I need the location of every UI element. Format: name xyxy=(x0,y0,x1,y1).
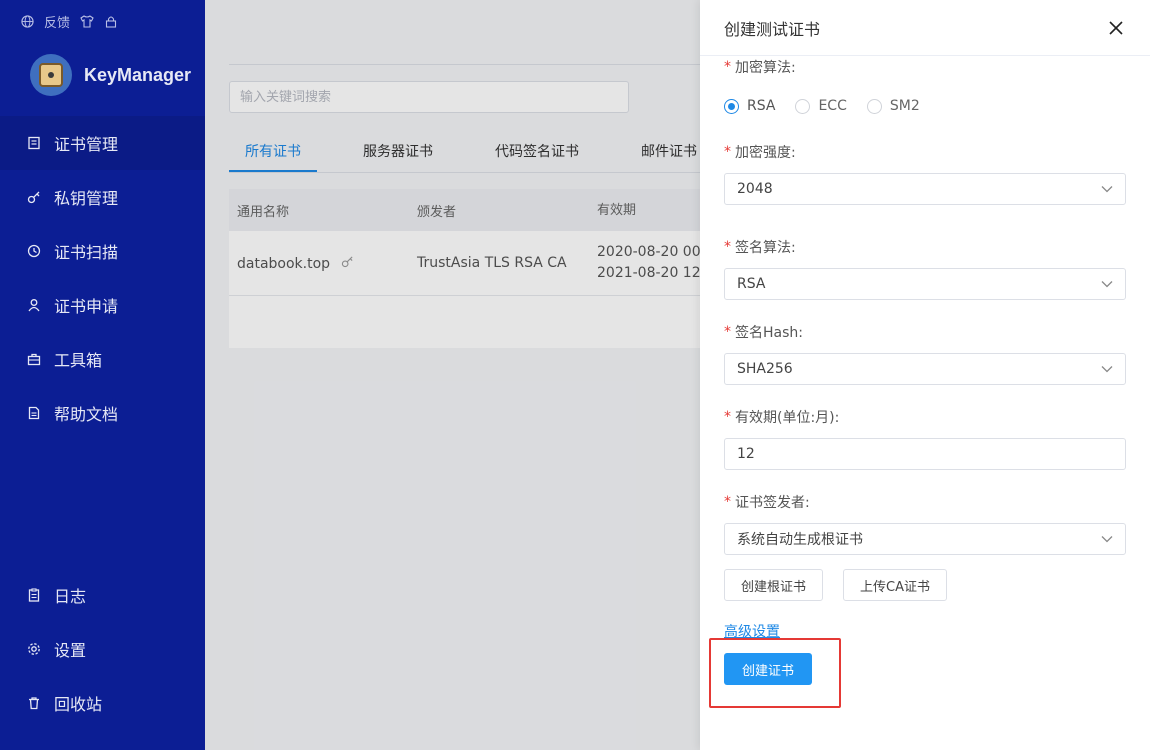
required-mark: * xyxy=(724,239,731,255)
sidebar-item-label: 证书管理 xyxy=(54,135,119,154)
certificate-icon xyxy=(26,135,42,151)
globe-icon[interactable] xyxy=(20,15,34,29)
validity-label-text: 有效期(单位:月): xyxy=(735,410,840,426)
toolbox-icon xyxy=(26,351,42,367)
sidebar-top-icons: 反馈 xyxy=(20,12,118,31)
sign-algorithm-label: * 签名算法: xyxy=(724,236,1126,258)
lock-icon[interactable] xyxy=(104,15,118,29)
sidebar-item-label: 回收站 xyxy=(54,695,103,714)
radio-dot xyxy=(795,98,811,114)
user-icon xyxy=(26,297,42,313)
radio-dot xyxy=(724,98,739,114)
sign-hash-value: SHA256 xyxy=(737,361,793,377)
strength-select[interactable]: 2048 xyxy=(724,173,1126,205)
shirt-icon[interactable] xyxy=(80,15,94,29)
gear-icon xyxy=(26,641,42,657)
clock-icon xyxy=(26,243,42,259)
chevron-down-icon xyxy=(1101,363,1113,375)
sidebar-item-help-docs[interactable]: 帮助文档 xyxy=(0,386,205,440)
strength-value: 2048 xyxy=(737,181,773,197)
validity-label: * 有效期(单位:月): xyxy=(724,406,1126,428)
radio-dot xyxy=(866,98,882,114)
radio-label: ECC xyxy=(818,98,847,114)
sidebar-item-settings[interactable]: 设置 xyxy=(0,622,205,676)
algorithm-radio-group: RSA ECC SM2 xyxy=(724,95,1126,117)
sidebar-bottom-nav: 日志 设置 回收站 xyxy=(0,568,205,730)
required-mark: * xyxy=(724,59,731,75)
issuer-actions: 创建根证书 上传CA证书 xyxy=(724,569,1126,601)
trash-icon xyxy=(26,695,42,711)
sidebar-item-cert-apply[interactable]: 证书申请 xyxy=(0,278,205,332)
radio-ecc[interactable]: ECC xyxy=(795,98,847,114)
sidebar-item-cert-scan[interactable]: 证书扫描 xyxy=(0,224,205,278)
required-mark: * xyxy=(724,144,731,160)
cert-form: * 加密算法: RSA ECC SM2 * 加密强度: 2048 * 签名算法: RS… xyxy=(724,56,1126,641)
radio-label: SM2 xyxy=(889,98,920,114)
close-icon xyxy=(1109,20,1123,35)
issuer-label: * 证书签发者: xyxy=(724,491,1126,513)
algorithm-label-text: 加密算法: xyxy=(735,60,796,76)
sidebar-item-label: 私钥管理 xyxy=(54,189,119,208)
sidebar-item-logs[interactable]: 日志 xyxy=(0,568,205,622)
brand-name: KeyManager xyxy=(84,64,192,85)
sign-hash-label: * 签名Hash: xyxy=(724,321,1126,343)
required-mark: * xyxy=(724,324,731,340)
required-mark: * xyxy=(724,494,731,510)
drawer-header: 创建测试证书 xyxy=(700,0,1150,56)
chevron-down-icon xyxy=(1101,183,1113,195)
sidebar-item-recycle-bin[interactable]: 回收站 xyxy=(0,676,205,730)
sidebar-item-label: 日志 xyxy=(54,587,87,606)
algorithm-label: * 加密算法: xyxy=(724,56,1126,78)
strength-label: * 加密强度: xyxy=(724,141,1126,163)
required-mark: * xyxy=(724,409,731,425)
create-cert-button[interactable]: 创建证书 xyxy=(724,653,812,685)
upload-ca-cert-button[interactable]: 上传CA证书 xyxy=(843,569,947,601)
feedback-link[interactable]: 反馈 xyxy=(44,12,70,31)
sidebar-item-cert-management[interactable]: 证书管理 xyxy=(0,116,205,170)
validity-input[interactable]: 12 xyxy=(724,438,1126,470)
chevron-down-icon xyxy=(1101,533,1113,545)
sidebar-item-label: 证书申请 xyxy=(54,297,119,316)
app-logo xyxy=(30,54,72,96)
sidebar-item-key-management[interactable]: 私钥管理 xyxy=(0,170,205,224)
sign-hash-select[interactable]: SHA256 xyxy=(724,353,1126,385)
issuer-select[interactable]: 系统自动生成根证书 xyxy=(724,523,1126,555)
sidebar-item-label: 工具箱 xyxy=(54,351,103,370)
radio-label: RSA xyxy=(747,98,776,114)
sidebar-item-label: 帮助文档 xyxy=(54,405,119,424)
sidebar-item-toolbox[interactable]: 工具箱 xyxy=(0,332,205,386)
issuer-label-text: 证书签发者: xyxy=(735,495,810,511)
key-icon xyxy=(26,189,42,205)
radio-rsa[interactable]: RSA xyxy=(724,98,775,114)
sidebar-nav: 证书管理 私钥管理 证书扫描 证书申请 工具箱 帮助文档 xyxy=(0,116,205,440)
sign-algorithm-value: RSA xyxy=(737,276,766,292)
sidebar: 反馈 KeyManager 证书管理 私钥管理 证书扫描 证书申请 工具箱 帮助… xyxy=(0,0,205,750)
chevron-down-icon xyxy=(1101,278,1113,290)
radio-sm2[interactable]: SM2 xyxy=(866,98,920,114)
document-icon xyxy=(26,405,42,421)
close-button[interactable] xyxy=(1106,18,1126,38)
validity-value: 12 xyxy=(737,446,755,462)
sign-algorithm-select[interactable]: RSA xyxy=(724,268,1126,300)
sidebar-item-label: 证书扫描 xyxy=(54,243,119,262)
issuer-value: 系统自动生成根证书 xyxy=(737,532,863,548)
strength-label-text: 加密强度: xyxy=(735,145,796,161)
drawer-title: 创建测试证书 xyxy=(724,19,821,39)
brand: KeyManager xyxy=(30,54,191,96)
create-root-cert-button[interactable]: 创建根证书 xyxy=(724,569,824,601)
sign-hash-label-text: 签名Hash: xyxy=(735,325,803,341)
sign-algorithm-label-text: 签名算法: xyxy=(735,240,796,256)
clipboard-icon xyxy=(26,587,42,603)
sidebar-item-label: 设置 xyxy=(54,641,87,660)
